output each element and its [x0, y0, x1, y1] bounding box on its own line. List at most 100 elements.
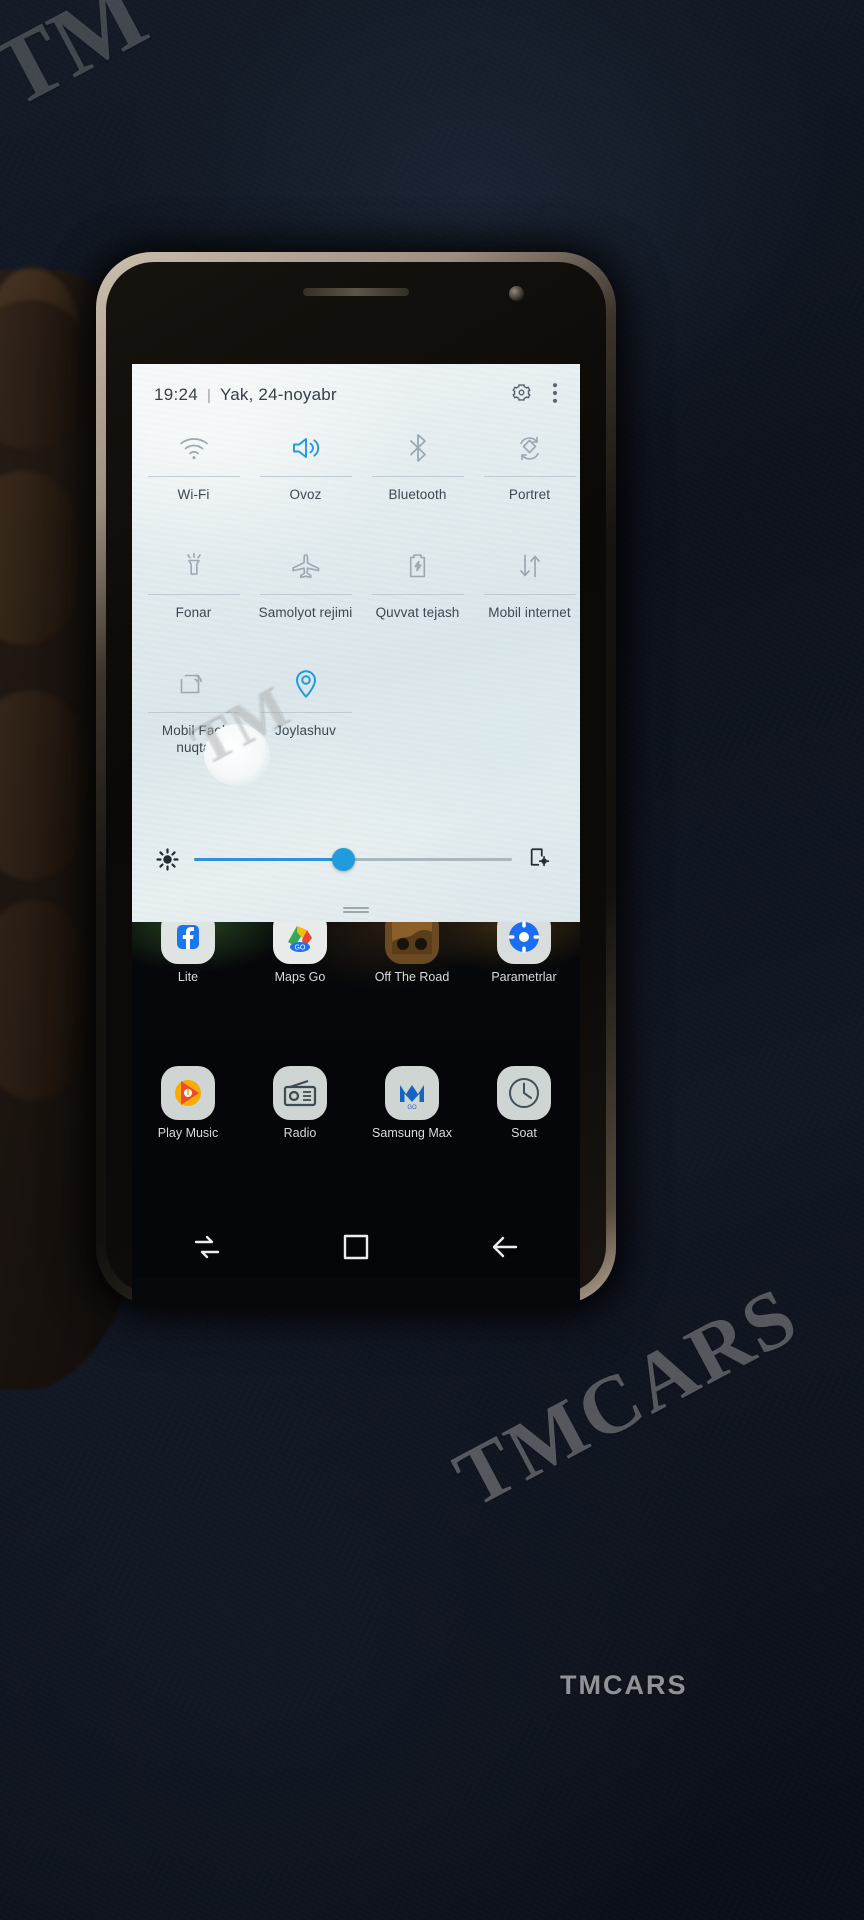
app-label: Off The Road — [374, 970, 450, 984]
watermark-bottom-right: TMCARS — [440, 1268, 813, 1525]
recents-icon[interactable] — [192, 1234, 222, 1265]
status-bar-separator: | — [207, 386, 211, 404]
quick-toggle-label: Samolyot rejimi — [258, 605, 353, 620]
home-icon[interactable] — [342, 1233, 370, 1266]
sound-speaker-icon — [290, 420, 322, 476]
phone-chin — [132, 1278, 580, 1304]
toggle-divider — [147, 594, 240, 595]
svg-text:GO: GO — [407, 1105, 417, 1111]
quick-toggle-label: Mobil internet — [488, 605, 571, 620]
off-the-road-game-icon — [385, 922, 439, 964]
app-radio[interactable]: Radio — [244, 1066, 356, 1140]
quick-settings-row: Fonar Samolyot rejimi Quvvat tejash Mobi… — [132, 538, 580, 656]
quick-toggle-quvvat-tejash[interactable]: Quvvat tejash — [367, 538, 468, 656]
finger — [0, 300, 90, 450]
app-label: Soat — [511, 1126, 537, 1140]
toggle-divider — [259, 476, 352, 477]
gear-icon[interactable] — [511, 382, 532, 408]
quick-toggle-bluetooth[interactable]: Bluetooth — [367, 420, 468, 538]
app-label: Parametrlar — [491, 970, 557, 984]
quick-toggle-empty — [367, 656, 468, 774]
app-lite[interactable]: Lite — [132, 922, 244, 984]
toggle-divider — [147, 476, 240, 477]
panel-drag-handle[interactable] — [343, 907, 369, 913]
auto-rotate-icon — [514, 420, 545, 476]
photograph-of-phone: 19:24 | Yak, 24-noyabr Wi-Fi Ovoz Blueto… — [0, 0, 864, 1920]
quick-toggle-label: Fonar — [175, 605, 212, 620]
quick-settings-row: Wi-Fi Ovoz Bluetooth Portret — [132, 420, 580, 538]
phone-screen: 19:24 | Yak, 24-noyabr Wi-Fi Ovoz Blueto… — [132, 364, 580, 1040]
app-row-1: Lite GO Maps Go Off The Road Parametrlar — [132, 922, 580, 984]
quick-toggle-label: Wi-Fi — [177, 487, 210, 502]
wifi-icon — [178, 420, 210, 476]
home-screen-peek: Lite GO Maps Go Off The Road Parametrlar — [132, 922, 580, 1040]
toggle-divider — [371, 476, 464, 477]
quick-toggle-mobil-internet[interactable]: Mobil internet — [479, 538, 580, 656]
quick-toggle-wifi[interactable]: Wi-Fi — [143, 420, 244, 538]
app-label: Lite — [177, 970, 199, 984]
toggle-divider — [483, 476, 576, 477]
location-pin-icon — [293, 656, 319, 712]
app-maps-go[interactable]: GO Maps Go — [244, 922, 356, 984]
finger — [0, 900, 92, 1100]
earpiece-speaker — [303, 288, 409, 296]
clock-app-icon — [497, 1066, 551, 1120]
watermark-top-left: TM — [0, 0, 163, 128]
mobile-data-arrows-icon — [515, 538, 545, 594]
google-play-music-icon — [161, 1066, 215, 1120]
home-screen-lower: Play Music Radio GO Samsung Max Soat — [132, 1040, 580, 1236]
quick-settings-grid: Wi-Fi Ovoz Bluetooth Portret Fonar Samol… — [132, 420, 580, 774]
quick-toggle-fonar[interactable]: Fonar — [143, 538, 244, 656]
toggle-divider — [371, 594, 464, 595]
toggle-divider — [483, 594, 576, 595]
quick-toggle-samolyot-rejimi[interactable]: Samolyot rejimi — [255, 538, 356, 656]
app-row-2: Play Music Radio GO Samsung Max Soat — [132, 1066, 580, 1140]
google-maps-go-icon: GO — [273, 922, 327, 964]
app-parametrlar[interactable]: Parametrlar — [468, 922, 580, 984]
app-label: Play Music — [157, 1126, 219, 1140]
watermark-footer: TMCARS — [560, 1670, 688, 1700]
three-dots-vertical-icon[interactable] — [552, 382, 558, 409]
airplane-icon — [289, 538, 323, 594]
quick-toggle-portret[interactable]: Portret — [479, 420, 580, 538]
app-label: Samsung Max — [372, 1126, 452, 1140]
app-off-the-road[interactable]: Off The Road — [356, 922, 468, 984]
bluetooth-icon — [406, 420, 430, 476]
settings-app-icon — [497, 922, 551, 964]
back-arrow-icon[interactable] — [490, 1234, 520, 1265]
app-soat[interactable]: Soat — [468, 1066, 580, 1140]
brightness-row — [132, 832, 580, 886]
brightness-slider-thumb[interactable] — [331, 847, 355, 871]
brightness-sun-icon — [154, 847, 180, 871]
toggle-divider — [259, 712, 352, 713]
quick-settings-row: Mobil Faol nuqta Joylashuv — [132, 656, 580, 774]
front-camera — [509, 286, 524, 301]
screen-light-reflection — [204, 724, 270, 786]
samsung-max-icon: GO — [385, 1066, 439, 1120]
navigation-bar — [132, 1220, 580, 1278]
app-label: Maps Go — [274, 970, 326, 984]
svg-text:GO: GO — [295, 945, 306, 952]
quick-toggle-label: Portret — [508, 487, 551, 502]
status-bar: 19:24 | Yak, 24-noyabr — [132, 378, 580, 412]
flashlight-icon — [182, 538, 206, 594]
radio-app-icon — [273, 1066, 327, 1120]
display-settings-icon[interactable] — [528, 846, 550, 873]
facebook-lite-icon — [161, 922, 215, 964]
quick-toggle-ovoz[interactable]: Ovoz — [255, 420, 356, 538]
hotspot-icon — [180, 656, 208, 712]
brightness-slider[interactable] — [194, 847, 512, 871]
quick-toggle-label: Ovoz — [289, 487, 322, 502]
quick-toggle-label: Joylashuv — [275, 723, 336, 738]
quick-toggle-label: Quvvat tejash — [375, 605, 460, 620]
brightness-slider-fill — [194, 857, 344, 861]
quick-toggle-joylashuv[interactable]: Joylashuv — [255, 656, 356, 774]
toggle-divider — [259, 594, 352, 595]
status-bar-time: 19:24 — [154, 385, 199, 404]
status-bar-date: Yak, 24-noyabr — [219, 385, 337, 404]
quick-toggle-empty — [479, 656, 580, 774]
battery-saver-icon — [405, 538, 430, 594]
app-play-music[interactable]: Play Music — [132, 1066, 244, 1140]
app-samsung-max[interactable]: GO Samsung Max — [356, 1066, 468, 1140]
quick-toggle-label: Bluetooth — [388, 487, 447, 502]
